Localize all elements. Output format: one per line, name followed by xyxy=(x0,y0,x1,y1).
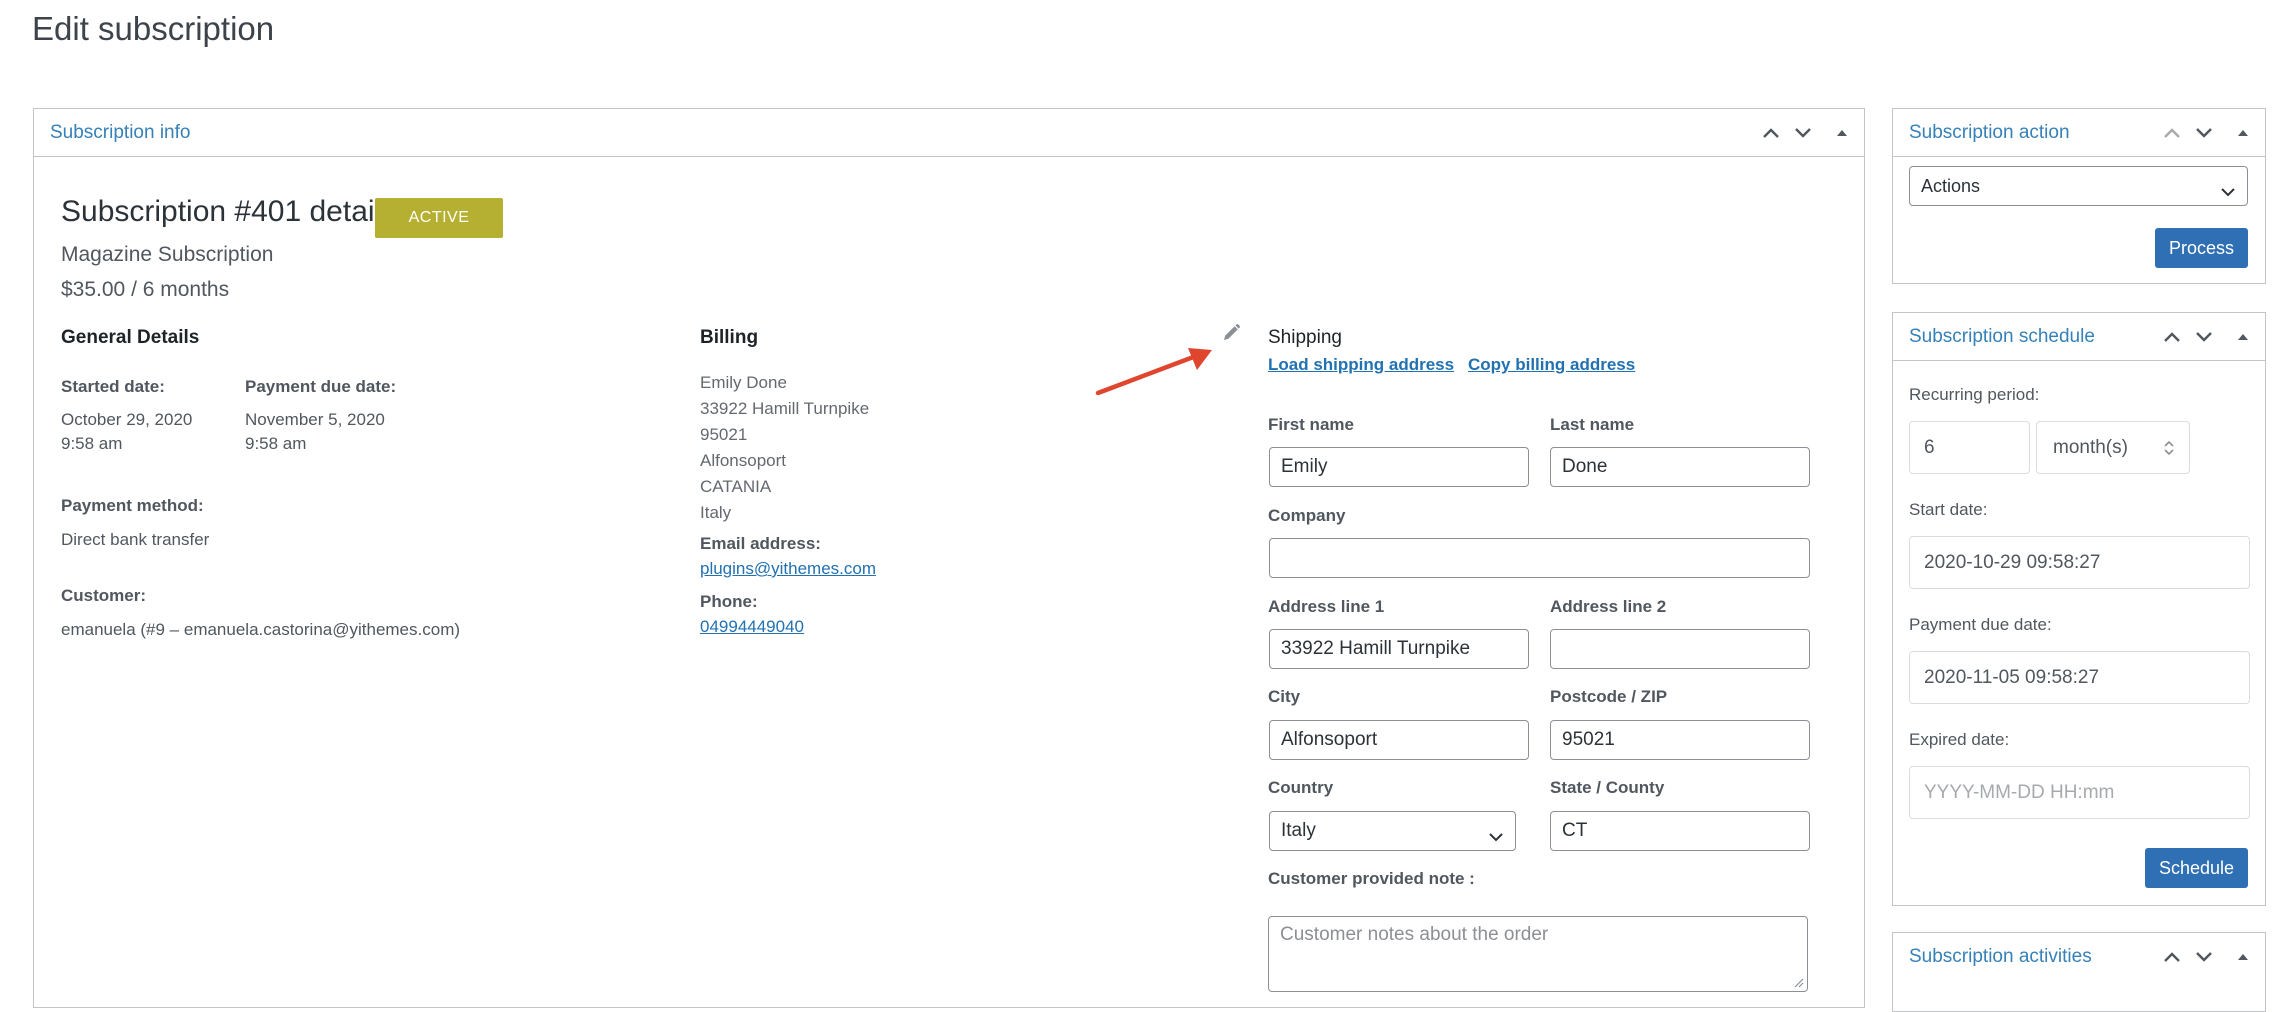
actions-select[interactable]: Actions xyxy=(1909,166,2248,206)
triangle-up-icon[interactable] xyxy=(1836,129,1848,137)
address-line: Italy xyxy=(700,503,732,522)
started-time: 9:58 am xyxy=(61,434,123,453)
status-badge: ACTIVE xyxy=(375,198,503,238)
schedule-button[interactable]: Schedule xyxy=(2145,848,2248,888)
city-field[interactable]: Alfonsoport xyxy=(1269,720,1529,760)
shipping-title: Shipping xyxy=(1268,327,1342,348)
price: $35.00 / 6 months xyxy=(61,278,230,301)
customer-value: emanuela (#9 – emanuela.castorina@yithem… xyxy=(61,620,461,639)
recurring-period-label: Recurring period: xyxy=(1909,385,2040,404)
triangle-up-icon[interactable] xyxy=(2237,129,2249,137)
address-line-2-label: Address line 2 xyxy=(1550,597,1667,616)
state-field[interactable]: CT xyxy=(1550,811,1810,851)
address-line: 33922 Hamill Turnpike xyxy=(700,399,870,418)
payment-due-date-input[interactable]: 2020-11-05 09:58:27 xyxy=(1909,651,2250,704)
expired-date-input[interactable]: YYYY-MM-DD HH:mm xyxy=(1909,766,2250,819)
started-date-label: Started date: xyxy=(61,377,165,396)
process-button[interactable]: Process xyxy=(2155,228,2248,268)
country-select[interactable]: Italy xyxy=(1269,811,1516,851)
chevron-up-icon[interactable] xyxy=(2163,331,2181,343)
payment-method-label: Payment method: xyxy=(61,496,204,515)
arrow-annotation-icon xyxy=(1095,348,1212,396)
triangle-up-icon[interactable] xyxy=(2237,333,2249,341)
chevron-down-icon[interactable] xyxy=(1794,127,1812,139)
start-date-input[interactable]: 2020-10-29 09:58:27 xyxy=(1909,536,2250,589)
company-label: Company xyxy=(1268,506,1346,525)
first-name-field[interactable]: Emily xyxy=(1269,447,1529,487)
pencil-icon[interactable] xyxy=(1221,323,1241,348)
payment-method: Direct bank transfer xyxy=(61,530,210,549)
recurring-period-unit-select[interactable]: month(s) xyxy=(2036,421,2190,474)
postbox-header: Subscription info xyxy=(34,109,1864,157)
phone-link[interactable]: 04994449040 xyxy=(700,617,804,637)
address-line-2-field[interactable] xyxy=(1550,629,1810,669)
postbox-header: Subscription activities xyxy=(1893,933,2265,981)
email-link[interactable]: plugins@yithemes.com xyxy=(700,559,876,579)
country-value: Italy xyxy=(1281,820,1316,841)
page-title: Edit subscription xyxy=(32,10,275,47)
customer-label: Customer: xyxy=(61,586,147,605)
chevron-down-icon[interactable] xyxy=(2195,127,2213,139)
payment-due-time: 9:58 am xyxy=(245,434,307,453)
copy-billing-address-link[interactable]: Copy billing address xyxy=(1468,355,1635,375)
country-label: Country xyxy=(1268,778,1334,797)
payment-due-label: Payment due date: xyxy=(245,377,397,396)
started-date: October 29, 2020 xyxy=(61,410,193,429)
postbox-title: Subscription action xyxy=(1909,121,2070,143)
last-name-field[interactable]: Done xyxy=(1550,447,1810,487)
last-name-label: Last name xyxy=(1550,415,1635,434)
postbox-title: Subscription schedule xyxy=(1909,325,2095,347)
customer-note-textarea[interactable]: Customer notes about the order xyxy=(1268,916,1808,992)
resize-handle-icon[interactable] xyxy=(1794,978,1804,988)
customer-note-placeholder: Customer notes about the order xyxy=(1280,924,1549,945)
chevron-up-icon[interactable] xyxy=(1762,127,1780,139)
chevron-down-icon xyxy=(1489,826,1503,848)
product-name: Magazine Subscription xyxy=(61,243,274,266)
postcode-label: Postcode / ZIP xyxy=(1550,687,1668,706)
chevron-up-icon[interactable] xyxy=(2163,127,2181,139)
phone-label: Phone: xyxy=(700,592,758,611)
state-label: State / County xyxy=(1550,778,1665,797)
chevron-down-icon xyxy=(2221,181,2235,202)
payment-due-date-label: Payment due date: xyxy=(1909,615,2052,634)
postbox-header: Subscription action xyxy=(1893,109,2265,157)
subscription-heading: Subscription #401 details xyxy=(61,195,397,228)
recurring-period-input[interactable]: 6 xyxy=(1909,421,2030,474)
address-line: Alfonsoport xyxy=(700,451,786,470)
address-line-1-label: Address line 1 xyxy=(1268,597,1385,616)
city-label: City xyxy=(1268,687,1301,706)
expired-date-label: Expired date: xyxy=(1909,730,2010,749)
general-details-title: General Details xyxy=(61,327,200,348)
postbox-title: Subscription activities xyxy=(1909,946,2092,967)
address-line: CATANIA xyxy=(700,477,772,496)
customer-note-label: Customer provided note : xyxy=(1268,869,1475,888)
company-field[interactable] xyxy=(1269,538,1810,578)
chevron-down-icon[interactable] xyxy=(2195,331,2213,343)
chevron-up-icon[interactable] xyxy=(2163,951,2181,963)
subscription-activities-box: Subscription activities xyxy=(1892,932,2266,1012)
period-unit-value: month(s) xyxy=(2053,436,2128,458)
chevron-down-icon[interactable] xyxy=(2195,951,2213,963)
address-line-1-field[interactable]: 33922 Hamill Turnpike xyxy=(1269,629,1529,669)
start-date-label: Start date: xyxy=(1909,500,1988,519)
postbox-title: Subscription info xyxy=(50,121,191,143)
address-line: 95021 xyxy=(700,425,748,444)
first-name-label: First name xyxy=(1268,415,1354,434)
payment-due-date: November 5, 2020 xyxy=(245,410,385,429)
email-label: Email address: xyxy=(700,534,821,553)
billing-title: Billing xyxy=(700,327,759,348)
triangle-up-icon[interactable] xyxy=(2237,953,2249,961)
postcode-field[interactable]: 95021 xyxy=(1550,720,1810,760)
load-shipping-address-link[interactable]: Load shipping address xyxy=(1268,355,1454,375)
actions-select-value: Actions xyxy=(1921,175,1981,196)
postbox-header: Subscription schedule xyxy=(1893,313,2265,361)
updown-chevron-icon xyxy=(2163,439,2175,463)
billing-address: Emily Done 33922 Hamill Turnpike 95021 A… xyxy=(700,370,869,526)
address-line: Emily Done xyxy=(700,373,787,392)
